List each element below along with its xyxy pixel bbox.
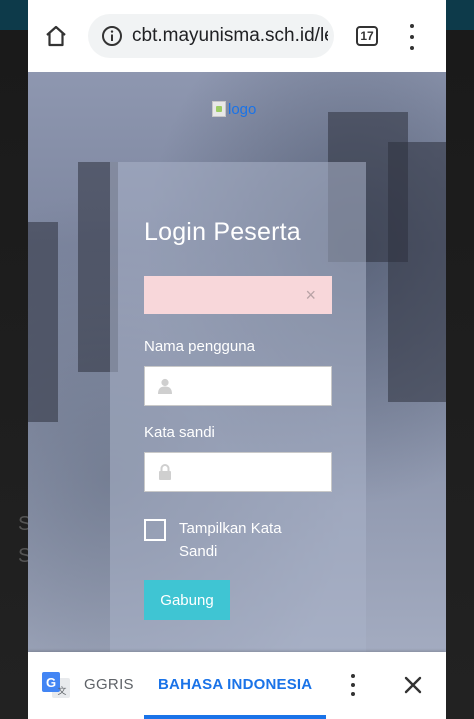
translate-close-button[interactable]: [403, 675, 423, 695]
more-vert-dot: [351, 683, 355, 687]
login-panel: Login Peserta × Nama pengguna Kata sandi: [110, 162, 366, 652]
translate-bar: G 文 GGRIS BAHASA INDONESIA: [28, 652, 446, 719]
home-button[interactable]: [42, 22, 70, 50]
browser-toolbar: cbt.mayunisma.sch.id/lé 17: [28, 0, 446, 72]
login-page: logo Login Peserta × Nama pengguna Kata …: [28, 72, 446, 652]
alert-close-button[interactable]: ×: [305, 285, 316, 305]
more-vert-dot: [410, 46, 414, 50]
more-vert-icon: [410, 24, 414, 28]
password-label: Kata sandi: [144, 424, 215, 441]
user-icon: [157, 378, 173, 394]
more-vert-dot: [410, 35, 414, 39]
address-bar[interactable]: cbt.mayunisma.sch.id/lé: [88, 14, 334, 58]
logo-alt-text: logo: [228, 100, 257, 118]
language-tab-indonesian[interactable]: BAHASA INDONESIA: [158, 676, 312, 693]
more-vert-dot: [351, 692, 355, 696]
info-icon: [102, 26, 122, 46]
translate-menu-button[interactable]: [348, 674, 358, 696]
browser-window: cbt.mayunisma.sch.id/lé 17 logo Login Pe…: [28, 0, 446, 719]
google-translate-icon: G 文: [42, 672, 70, 698]
show-password-label[interactable]: Tampilkan Kata Sandi: [179, 517, 319, 563]
broken-image-icon: [212, 101, 226, 117]
url-text[interactable]: cbt.mayunisma.sch.id/lé: [132, 25, 328, 47]
svg-text:文: 文: [57, 685, 66, 696]
username-field[interactable]: [144, 366, 364, 406]
background-monitor: [28, 222, 58, 422]
svg-text:G: G: [46, 675, 56, 690]
browser-menu-button[interactable]: [402, 24, 422, 50]
alert-box: ×: [144, 276, 332, 314]
home-icon: [46, 25, 66, 47]
username-input[interactable]: [173, 367, 364, 405]
tab-count: 17: [360, 29, 374, 43]
background-monitor: [388, 142, 446, 402]
language-tab-english[interactable]: GGRIS: [84, 676, 134, 693]
username-label: Nama pengguna: [144, 338, 255, 355]
show-password-checkbox[interactable]: [144, 519, 166, 541]
lock-icon: [157, 464, 173, 480]
site-info-button[interactable]: [100, 24, 124, 48]
page-title: Login Peserta: [144, 218, 301, 246]
logo-image: logo: [212, 100, 256, 118]
password-field[interactable]: [144, 452, 364, 492]
more-vert-icon: [351, 674, 355, 678]
password-input[interactable]: [173, 453, 364, 491]
close-icon: [404, 676, 422, 694]
login-button[interactable]: Gabung: [144, 580, 230, 620]
tab-switcher-button[interactable]: 17: [356, 26, 378, 46]
active-tab-indicator: [144, 715, 326, 719]
